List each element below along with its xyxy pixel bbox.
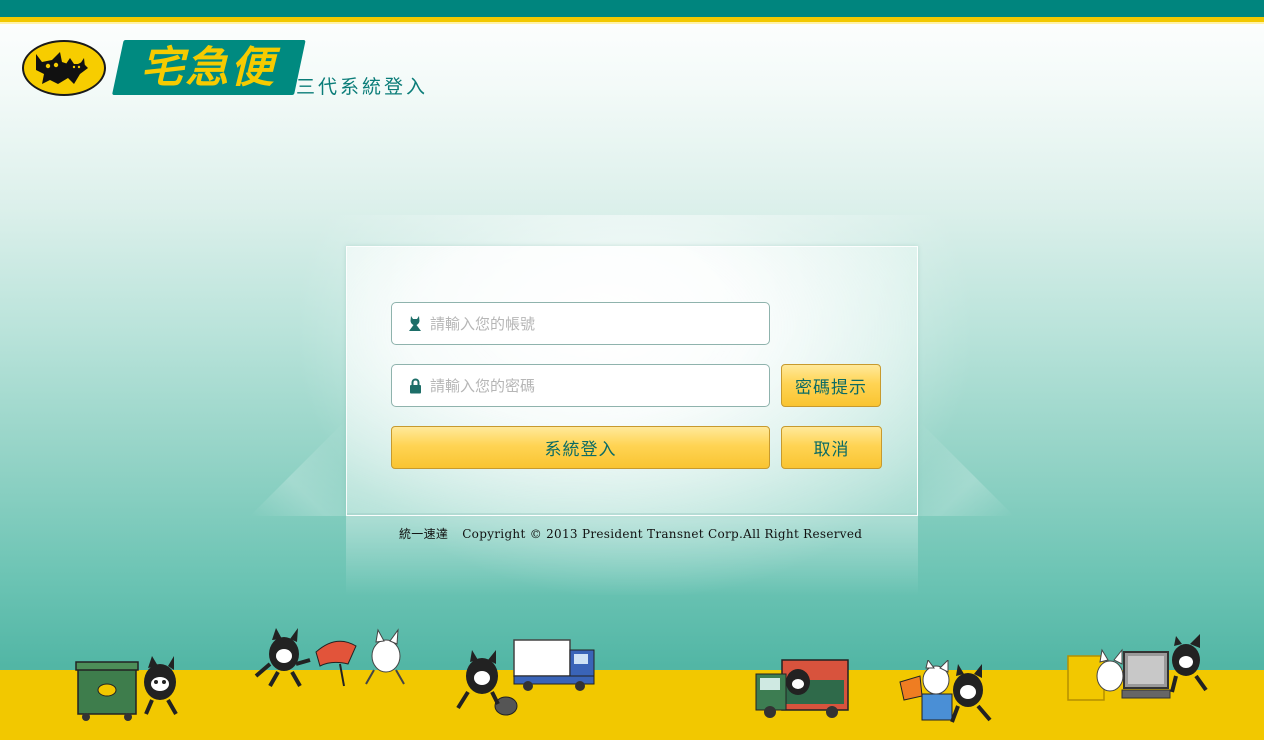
- system-subtitle: 三代系統登入: [296, 76, 429, 98]
- username-input[interactable]: [430, 303, 769, 344]
- password-input[interactable]: [430, 365, 769, 406]
- copyright-notice: 統一速達 Copyright © 2013 President Transnet …: [399, 525, 862, 542]
- delivery-van-illustration: [755, 659, 849, 718]
- cancel-button[interactable]: 取消: [781, 426, 882, 469]
- brand-name: 宅急便: [140, 43, 276, 93]
- lock-icon: [407, 377, 423, 395]
- login-button[interactable]: 系統登入: [391, 426, 770, 469]
- cat-pushing-cart-illustration: [75, 656, 178, 721]
- top-light-stripe: [0, 22, 1264, 24]
- cats-with-computer-illustration: [899, 660, 992, 723]
- password-hint-button[interactable]: 密碼提示: [781, 364, 881, 407]
- black-cat-icon: [36, 52, 88, 84]
- panel-side-light-left: [250, 420, 346, 516]
- cats-with-tv-illustration: [1067, 634, 1208, 701]
- company-name: 統一速達: [399, 527, 449, 541]
- cat-and-truck-illustration: [456, 639, 595, 716]
- password-field[interactable]: [391, 364, 770, 407]
- username-field[interactable]: [391, 302, 770, 345]
- user-icon: [407, 315, 423, 333]
- cats-with-sign-illustration: [254, 628, 405, 687]
- top-banner-bar: [0, 0, 1264, 17]
- copyright-text: Copyright © 2013 President Transnet Corp…: [462, 527, 863, 541]
